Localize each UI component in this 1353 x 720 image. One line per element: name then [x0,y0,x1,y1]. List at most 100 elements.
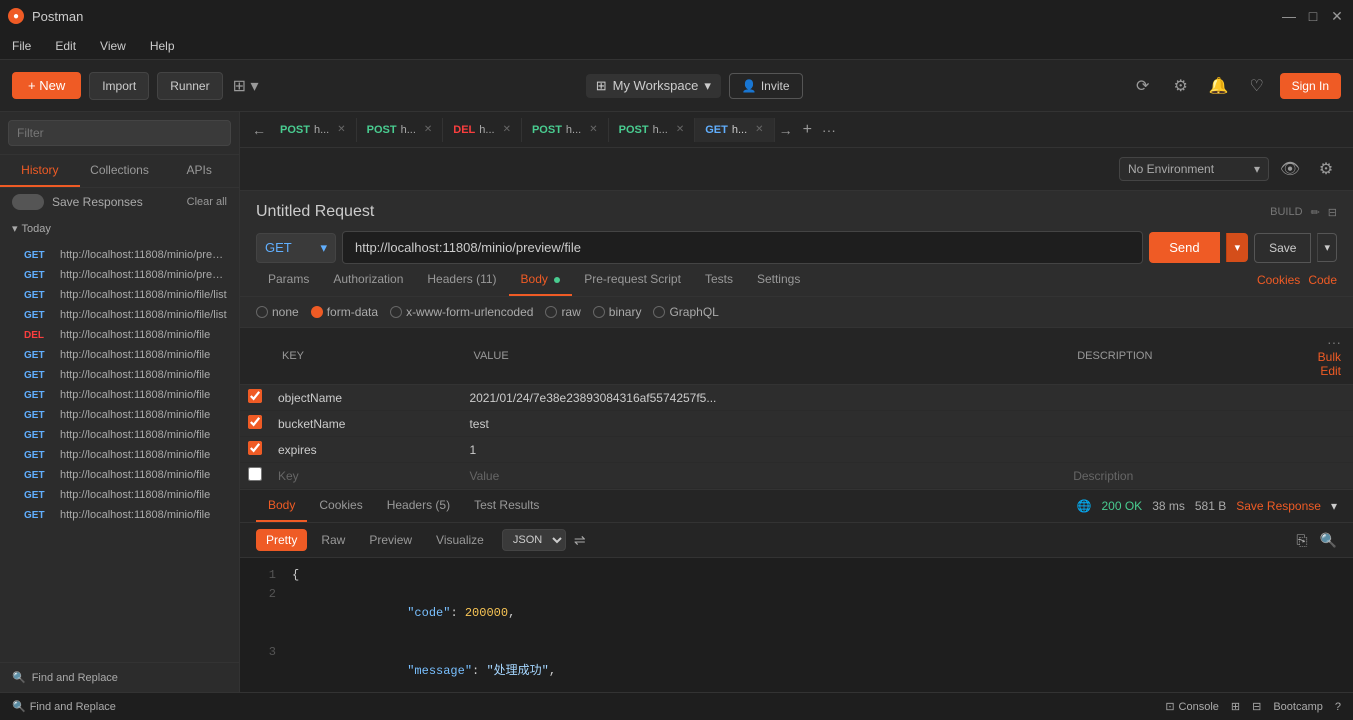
body-type-urlencoded[interactable]: x-www-form-urlencoded [390,305,533,319]
list-item[interactable]: GEThttp://localhost:11808/minio/file/lis… [0,305,239,325]
format-icon[interactable]: ⇌ [574,532,586,549]
send-button[interactable]: Send [1149,232,1219,263]
clear-all-button[interactable]: Clear all [187,196,227,208]
request-tab-0[interactable]: POST h... ✕ [270,118,357,142]
minimize-button[interactable]: — [1281,8,1297,24]
request-tab-5[interactable]: GET h... ✕ [695,118,774,142]
close-tab-icon[interactable]: ✕ [755,124,763,135]
search-response-icon[interactable]: 🔍 [1320,532,1337,549]
list-item[interactable]: GEThttp://localhost:11808/minio/file [0,485,239,505]
workspace-selector[interactable]: ⊞ My Workspace ▾ [586,74,721,98]
tab-tests[interactable]: Tests [693,264,745,296]
tab-collections[interactable]: Collections [80,155,160,187]
bootcamp-button[interactable]: Bootcamp [1273,701,1323,713]
code-link[interactable]: Code [1308,273,1337,287]
tab-body[interactable]: Body [509,264,573,296]
help-button[interactable]: ? [1335,701,1341,713]
maximize-button[interactable]: □ [1305,8,1321,24]
format-raw[interactable]: Raw [311,529,355,551]
list-item[interactable]: GEThttp://localhost:11808/minio/file [0,425,239,445]
tab-headers[interactable]: Headers (11) [415,264,508,296]
tab-pre-request-script[interactable]: Pre-request Script [572,264,693,296]
tab-settings[interactable]: Settings [745,264,812,296]
cookies-link[interactable]: Cookies [1257,273,1300,287]
list-item[interactable]: GEThttp://localhost:11808/minio/file [0,465,239,485]
env-settings-icon[interactable]: ⚙ [1311,154,1341,184]
list-item[interactable]: GEThttp://localhost:11808/minio/file [0,385,239,405]
resp-tab-test-results[interactable]: Test Results [462,490,551,522]
save-response-dropdown-icon[interactable]: ▾ [1331,499,1337,513]
find-replace-button[interactable]: 🔍 Find and Replace [0,662,239,692]
list-item[interactable]: GEThttp://localhost:11808/minio/file [0,505,239,525]
request-tab-4[interactable]: POST h... ✕ [609,118,696,142]
edit-icon[interactable]: ✏ [1311,206,1320,219]
format-preview[interactable]: Preview [359,529,422,551]
notifications-icon[interactable]: 🔔 [1204,71,1234,101]
sync-icon[interactable]: ⟳ [1128,71,1158,101]
more-tabs-button[interactable]: ··· [818,122,840,138]
row-checkbox-3[interactable] [248,467,262,481]
url-input[interactable] [342,231,1143,264]
layout2-button[interactable]: ⊟ [1252,700,1261,713]
format-visualize[interactable]: Visualize [426,529,494,551]
method-selector[interactable]: GET ▾ [256,233,336,263]
resp-tab-headers[interactable]: Headers (5) [375,490,462,522]
request-tab-3[interactable]: POST h... ✕ [522,118,609,142]
new-button[interactable]: + New [12,72,81,99]
find-replace-button[interactable]: 🔍 Find and Replace [12,700,116,713]
invite-button[interactable]: 👤 Invite [729,73,803,99]
list-item[interactable]: GEThttp://localhost:11808/minio/file [0,405,239,425]
list-item[interactable]: DELhttp://localhost:11808/minio/file [0,325,239,345]
tab-history[interactable]: History [0,155,80,187]
row-checkbox-2[interactable] [248,441,262,455]
format-type-selector[interactable]: JSON XML HTML Text [502,529,566,551]
list-item[interactable]: GEThttp://localhost:11808/minio/preview/… [0,245,239,265]
copy-icon[interactable]: ⎘ [1296,532,1307,549]
request-tab-2[interactable]: DEL h... ✕ [443,118,522,142]
list-item[interactable]: GEThttp://localhost:11808/minio/file/lis… [0,285,239,305]
layout-icon[interactable]: ⊞ ▾ [231,71,261,101]
heart-icon[interactable]: ♡ [1242,71,1272,101]
table-more-button[interactable]: ··· [1327,334,1341,350]
tab-prev-button[interactable]: ← [248,122,270,138]
list-item[interactable]: GEThttp://localhost:11808/minio/preview/… [0,265,239,285]
body-type-none[interactable]: none [256,305,299,319]
settings-icon[interactable]: ⚙ [1166,71,1196,101]
resp-tab-cookies[interactable]: Cookies [307,490,374,522]
save-response-button[interactable]: Save Response [1236,499,1321,513]
menu-view[interactable]: View [96,37,130,55]
body-type-binary[interactable]: binary [593,305,642,319]
close-button[interactable]: ✕ [1329,8,1345,24]
resp-tab-body[interactable]: Body [256,490,307,522]
layout-button[interactable]: ⊞ [1231,700,1240,713]
row-checkbox-0[interactable] [248,389,262,403]
request-tab-1[interactable]: POST h... ✕ [357,118,444,142]
bulk-edit-button[interactable]: Bulk Edit [1318,350,1341,378]
tab-params[interactable]: Params [256,264,321,296]
close-tab-icon[interactable]: ✕ [503,124,511,135]
menu-edit[interactable]: Edit [51,37,80,55]
close-tab-icon[interactable]: ✕ [676,124,684,135]
runner-button[interactable]: Runner [157,72,222,100]
tab-next-button[interactable]: → [775,122,797,138]
close-tab-icon[interactable]: ✕ [589,124,597,135]
list-item[interactable]: GEThttp://localhost:11808/minio/file [0,345,239,365]
env-view-icon[interactable]: 👁 [1275,154,1305,184]
console-button[interactable]: ⊡ Console [1165,700,1219,713]
environment-selector[interactable]: No Environment ▾ [1119,157,1269,181]
list-item[interactable]: GEThttp://localhost:11808/minio/file [0,445,239,465]
import-button[interactable]: Import [89,72,149,100]
menu-file[interactable]: File [8,37,35,55]
save-button[interactable]: Save [1254,233,1311,263]
split-icon[interactable]: ⊟ [1328,206,1337,219]
body-type-raw[interactable]: raw [545,305,580,319]
list-item[interactable]: GEThttp://localhost:11808/minio/file [0,365,239,385]
search-input[interactable] [8,120,231,146]
body-type-form-data[interactable]: form-data [311,305,378,319]
save-responses-toggle[interactable] [12,194,44,210]
row-checkbox-1[interactable] [248,415,262,429]
send-dropdown-button[interactable]: ▾ [1226,233,1249,262]
format-pretty[interactable]: Pretty [256,529,307,551]
tab-authorization[interactable]: Authorization [321,264,415,296]
save-dropdown-button[interactable]: ▾ [1317,233,1337,262]
